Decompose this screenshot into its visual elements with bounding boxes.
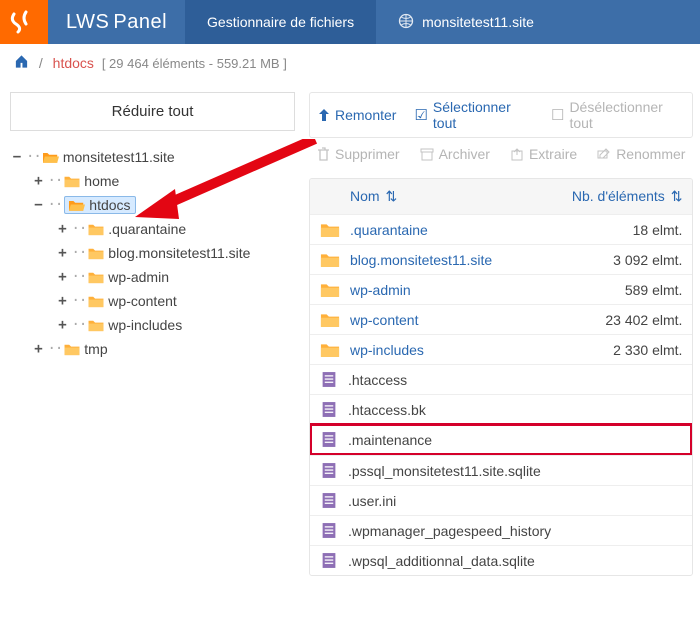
table-row[interactable]: blog.monsitetest11.site3 092 elmt.	[310, 244, 692, 274]
brand-right: Panel	[113, 11, 167, 34]
checked-icon	[414, 106, 427, 124]
app-header: LWS Panel Gestionnaire de fichiers monsi…	[0, 0, 700, 44]
trash-icon	[317, 147, 330, 161]
up-button[interactable]: Remonter	[318, 107, 396, 123]
table-header: Nom ⇅ Nb. d'éléments ⇅	[310, 179, 692, 214]
row-count: 23 402 elmt.	[562, 312, 682, 328]
brand-left: LWS	[66, 11, 109, 34]
row-count: 2 330 elmt.	[562, 342, 682, 358]
folder-tree: −·· monsitetest11.site +·· home −·· htdo…	[10, 145, 295, 361]
toolbar-secondary: Supprimer Archiver Extraire Renommer	[309, 140, 693, 168]
breadcrumb-meta: [ 29 464 éléments - 559.21 MB ]	[102, 56, 287, 71]
table-row[interactable]: .pssql_monsitetest11.site.sqlite	[310, 455, 692, 485]
tree-toggle[interactable]: +	[55, 293, 69, 309]
brand-text: LWS Panel	[48, 0, 185, 44]
up-icon	[318, 108, 330, 122]
row-name: .htaccess	[348, 372, 562, 388]
row-count: 18 elmt.	[562, 222, 682, 238]
table-row[interactable]: .maintenance	[309, 423, 693, 456]
table-row[interactable]: .htaccess	[310, 364, 692, 394]
tree-toggle[interactable]: −	[31, 197, 45, 213]
row-name: blog.monsitetest11.site	[350, 252, 562, 268]
folder-icon	[320, 311, 340, 328]
file-icon	[320, 401, 338, 418]
table-row[interactable]: .wpsql_additionnal_data.sqlite	[310, 545, 692, 575]
tree-toggle[interactable]: −	[10, 149, 24, 165]
delete-button[interactable]: Supprimer	[317, 146, 400, 162]
tree-htdocs[interactable]: htdocs	[64, 196, 135, 214]
tree-wpcontent[interactable]: wp-content	[88, 293, 176, 309]
breadcrumb-current[interactable]: htdocs	[53, 55, 94, 71]
file-icon	[320, 552, 338, 569]
tree-toggle[interactable]: +	[55, 317, 69, 333]
table-row[interactable]: .htaccess.bk	[310, 394, 692, 424]
logo	[0, 0, 48, 44]
tree-tmp[interactable]: tmp	[64, 341, 107, 357]
table-row[interactable]: .user.ini	[310, 485, 692, 515]
table-row[interactable]: wp-includes2 330 elmt.	[310, 334, 692, 364]
folder-icon	[320, 221, 340, 238]
row-name: .htaccess.bk	[348, 402, 562, 418]
file-icon	[320, 492, 338, 509]
tree-quarantaine[interactable]: .quarantaine	[88, 221, 186, 237]
row-name: .wpsql_additionnal_data.sqlite	[348, 553, 562, 569]
file-icon	[320, 462, 338, 479]
file-icon	[320, 522, 338, 539]
tree-toggle[interactable]: +	[31, 173, 45, 189]
table-row[interactable]: .wpmanager_pagespeed_history	[310, 515, 692, 545]
tree-blog[interactable]: blog.monsitetest11.site	[88, 245, 250, 261]
breadcrumb: / htdocs [ 29 464 éléments - 559.21 MB ]	[0, 44, 700, 82]
sort-icon: ⇅	[385, 188, 397, 204]
table-row[interactable]: .quarantaine18 elmt.	[310, 214, 692, 244]
tree-wpadmin[interactable]: wp-admin	[88, 269, 169, 285]
select-all-button[interactable]: Sélectionner tout	[414, 99, 533, 131]
col-count[interactable]: Nb. d'éléments ⇅	[562, 188, 682, 205]
tree-home[interactable]: home	[64, 173, 119, 189]
row-name: wp-content	[350, 312, 562, 328]
sort-icon: ⇅	[671, 188, 683, 204]
table-row[interactable]: wp-admin589 elmt.	[310, 274, 692, 304]
toolbar-primary: Remonter Sélectionner tout Désélectionne…	[309, 92, 693, 138]
folder-icon	[320, 341, 340, 358]
file-icon	[320, 431, 338, 448]
folder-icon	[320, 281, 340, 298]
tree-root[interactable]: monsitetest11.site	[43, 149, 175, 165]
tree-wpincludes[interactable]: wp-includes	[88, 317, 182, 333]
tab-site-label: monsitetest11.site	[422, 14, 534, 30]
extract-button[interactable]: Extraire	[510, 146, 577, 162]
collapse-all-button[interactable]: Réduire tout	[10, 92, 295, 131]
tree-toggle[interactable]: +	[55, 269, 69, 285]
row-name: wp-admin	[350, 282, 562, 298]
tab-file-manager[interactable]: Gestionnaire de fichiers	[185, 0, 376, 44]
file-grid: Nom ⇅ Nb. d'éléments ⇅ .quarantaine18 el…	[309, 178, 693, 576]
tab-site[interactable]: monsitetest11.site	[376, 0, 556, 44]
file-icon	[320, 371, 338, 388]
deselect-button[interactable]: Désélectionner tout	[551, 99, 684, 131]
folder-icon	[320, 251, 340, 268]
rename-button[interactable]: Renommer	[597, 146, 685, 162]
tree-toggle[interactable]: +	[55, 245, 69, 261]
rename-icon	[597, 147, 611, 161]
row-name: wp-includes	[350, 342, 562, 358]
row-name: .quarantaine	[350, 222, 562, 238]
archive-icon	[420, 148, 434, 161]
archive-button[interactable]: Archiver	[420, 146, 490, 162]
row-count: 3 092 elmt.	[562, 252, 682, 268]
extract-icon	[510, 148, 524, 161]
unchecked-icon	[551, 106, 564, 124]
row-name: .pssql_monsitetest11.site.sqlite	[348, 463, 562, 479]
row-name: .maintenance	[348, 432, 562, 448]
row-name: .user.ini	[348, 493, 562, 509]
row-count: 589 elmt.	[562, 282, 682, 298]
tree-toggle[interactable]: +	[55, 221, 69, 237]
globe-icon	[398, 13, 414, 32]
table-row[interactable]: wp-content23 402 elmt.	[310, 304, 692, 334]
tree-toggle[interactable]: +	[31, 341, 45, 357]
col-name[interactable]: Nom ⇅	[320, 188, 562, 205]
home-icon[interactable]	[14, 55, 33, 71]
row-name: .wpmanager_pagespeed_history	[348, 523, 562, 539]
